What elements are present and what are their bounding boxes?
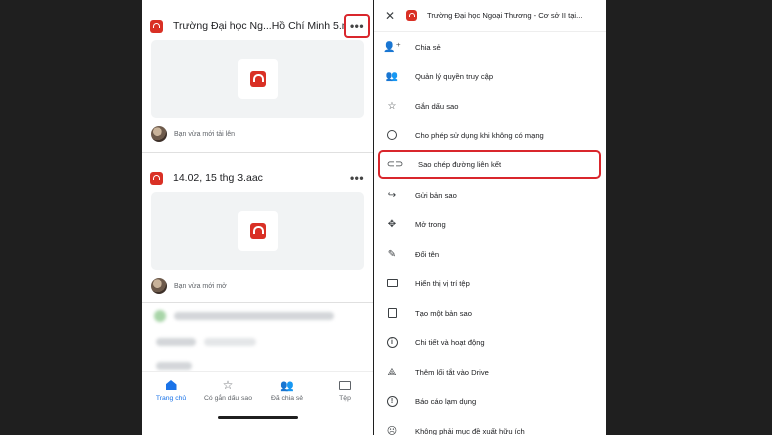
more-options-button[interactable]: ••• [344, 14, 370, 38]
file-activity: Bạn vừa mới tải lên [151, 126, 235, 142]
menu-label: Cho phép sử dụng khi không có mạng [415, 130, 544, 140]
manage-access-icon: 👥 [385, 70, 399, 82]
menu-item-add-shortcut[interactable]: ⟁ Thêm lối tắt vào Drive [374, 359, 606, 385]
file-thumbnail[interactable] [151, 192, 364, 270]
sheet-title: Trường Đại học Ngoại Thương - Cơ sở II t… [427, 11, 583, 20]
pencil-icon: ✎ [387, 248, 397, 260]
menu-item-make-copy[interactable]: Tạo một bản sao [374, 300, 606, 326]
menu-label: Đổi tên [415, 249, 440, 259]
menu-label: Mở trong [415, 219, 446, 229]
avatar [151, 126, 167, 142]
info-icon: i [377, 335, 407, 349]
blurred-content [174, 312, 334, 320]
menu-item-send-copy[interactable]: ↪ Gửi bản sao [374, 182, 606, 208]
menu-label: Quản lý quyền truy cập [415, 71, 494, 81]
more-options-button[interactable]: ••• [344, 166, 370, 190]
thumbnail-tile [238, 211, 278, 251]
nav-shared[interactable]: 👥 Đã chia sẻ [258, 378, 316, 403]
file-options-sheet: ✕ Trường Đại học Ngoại Thương - Cơ sở II… [374, 0, 606, 435]
nav-files[interactable]: Tệp [316, 378, 373, 402]
file-header: 14.02, 15 thg 3.aac ••• [150, 168, 370, 188]
menu-label: Chia sẻ [415, 42, 441, 52]
activity-text: Bạn vừa mới tải lên [174, 130, 236, 138]
star-icon: ☆ [222, 378, 234, 392]
feedback-icon: ☹ [386, 425, 398, 435]
divider [142, 152, 373, 153]
menu-item-star[interactable]: ☆ Gắn dấu sao [374, 93, 606, 119]
menu-label: Thêm lối tắt vào Drive [415, 367, 489, 377]
file-header: Trường Đại học Ng...Hồ Chí Minh 5.m4a ••… [150, 14, 370, 38]
nav-home[interactable]: Trang chủ [142, 378, 200, 402]
drive-home-screen: Trường Đại học Ng...Hồ Chí Minh 5.m4a ••… [142, 0, 373, 435]
file-name[interactable]: 14.02, 15 thg 3.aac [173, 172, 344, 184]
audio-file-icon [150, 171, 163, 185]
blurred-content [154, 310, 166, 322]
offline-icon [377, 128, 407, 142]
menu-item-report[interactable]: ! Báo cáo lạm dụng [374, 388, 606, 414]
audio-file-icon [406, 10, 417, 21]
bottom-navigation: Trang chủ ☆ Có gắn dấu sao 👥 Đã chia sẻ … [142, 371, 373, 435]
add-shortcut-icon: ⟁ [387, 366, 397, 378]
audio-file-icon [250, 223, 266, 239]
divider [142, 302, 373, 303]
audio-file-icon [250, 71, 266, 87]
nav-label: Đã chia sẻ [270, 395, 304, 402]
activity-text: Bạn vừa mới mở [174, 282, 227, 290]
menu-label: Tạo một bản sao [415, 308, 472, 318]
link-icon: ⊂⊃ [386, 159, 404, 170]
menu-item-show-location[interactable]: Hiển thị vị trí tệp [374, 270, 606, 296]
close-icon[interactable]: ✕ [374, 0, 406, 32]
people-icon: 👥 [280, 379, 294, 392]
menu-label: Báo cáo lạm dụng [415, 396, 477, 406]
nav-starred[interactable]: ☆ Có gắn dấu sao [199, 378, 257, 402]
blurred-content [156, 362, 192, 370]
menu-label: Sao chép đường liên kết [418, 160, 502, 169]
nav-label: Có gắn dấu sao [204, 395, 252, 402]
more-horizontal-icon: ••• [349, 171, 365, 185]
nav-label: Tệp [339, 395, 351, 402]
folder-icon [337, 378, 353, 392]
more-horizontal-icon: ••• [349, 19, 365, 33]
star-icon: ☆ [387, 100, 397, 112]
menu-label: Gắn dấu sao [415, 101, 459, 111]
menu-label: Gửi bản sao [415, 190, 457, 200]
menu-item-offline[interactable]: Cho phép sử dụng khi không có mạng [374, 122, 606, 148]
avatar [151, 278, 167, 294]
menu-label: Chi tiết và hoạt động [415, 337, 485, 347]
send-copy-icon: ↪ [387, 189, 397, 201]
menu-item-share[interactable]: 👤⁺ Chia sẻ [374, 34, 606, 60]
menu-item-rename[interactable]: ✎ Đổi tên [374, 241, 606, 267]
thumbnail-tile [238, 59, 278, 99]
home-indicator[interactable] [218, 416, 298, 419]
folder-icon [377, 276, 407, 290]
open-with-icon: ✥ [387, 218, 397, 230]
menu-item-open-in[interactable]: ✥ Mở trong [374, 211, 606, 237]
audio-file-icon [150, 19, 163, 33]
blurred-content [156, 338, 196, 346]
person-add-icon: 👤⁺ [383, 41, 401, 53]
report-icon: ! [377, 394, 407, 408]
menu-item-manage-access[interactable]: 👥 Quản lý quyền truy cập [374, 63, 606, 89]
blurred-content [204, 338, 256, 346]
menu-label: Không phải mục đề xuất hữu ích [415, 426, 525, 435]
sheet-header: ✕ Trường Đại học Ngoại Thương - Cơ sở II… [374, 0, 606, 32]
file-activity: Bạn vừa mới mở [151, 278, 227, 294]
menu-item-copy-link[interactable]: ⊂⊃ Sao chép đường liên kết [378, 150, 601, 179]
file-thumbnail[interactable] [151, 40, 364, 118]
menu-label: Hiển thị vị trí tệp [415, 278, 470, 288]
nav-label: Trang chủ [155, 395, 187, 402]
menu-item-not-useful[interactable]: ☹ Không phải mục đề xuất hữu ích [374, 418, 606, 435]
home-icon [163, 378, 179, 392]
menu-item-details[interactable]: i Chi tiết và hoạt động [374, 329, 606, 355]
copy-icon [377, 306, 407, 320]
file-name[interactable]: Trường Đại học Ng...Hồ Chí Minh 5.m4a [173, 20, 344, 32]
